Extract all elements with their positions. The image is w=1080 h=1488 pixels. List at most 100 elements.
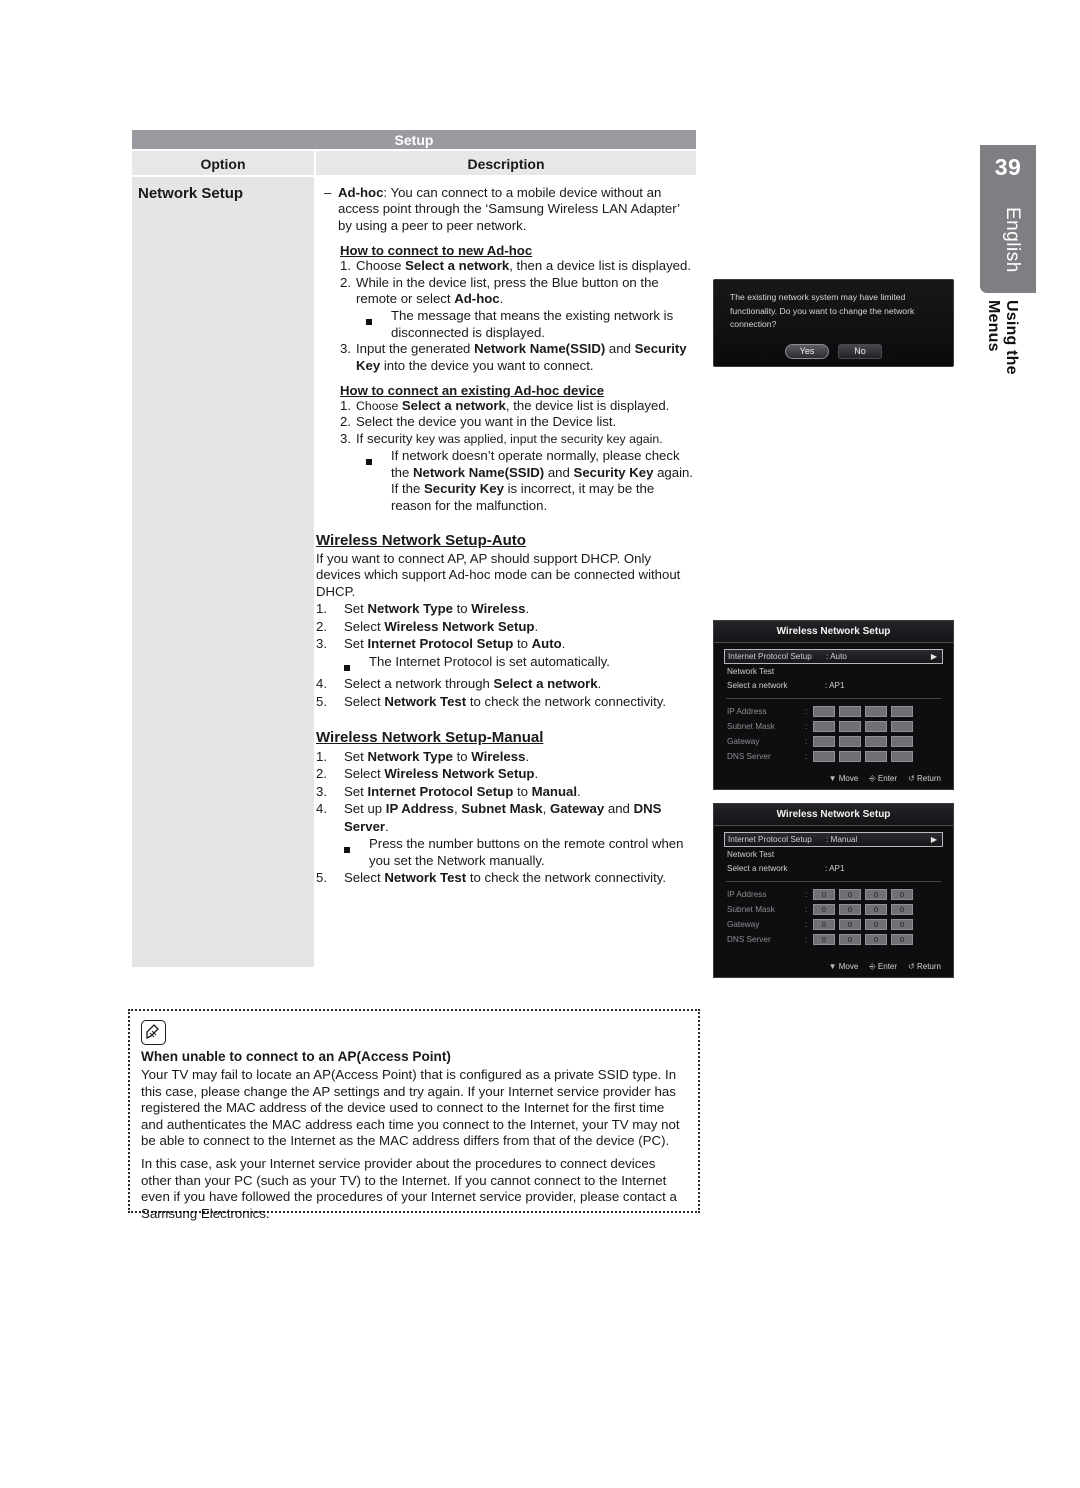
step-text-pre: Select	[344, 618, 385, 634]
note-paragraph-1: Your TV may fail to locate an AP(Access …	[141, 1067, 680, 1149]
list-item: 1. Choose Select a network, then a devic…	[340, 258, 696, 274]
octet-field[interactable]: 0	[891, 919, 913, 930]
octet-group	[813, 706, 913, 717]
octet-field[interactable]	[839, 721, 861, 732]
octet-field[interactable]: 0	[865, 889, 887, 900]
menu-item-subnet-mask[interactable]: Subnet Mask : 0 0 0 0	[724, 902, 943, 917]
octet-field[interactable]: 0	[865, 934, 887, 945]
step-text-bold: Network Type	[367, 748, 453, 764]
tv-menu-footer: ▼ Move ⎆ Enter ↺ Return	[714, 962, 953, 972]
step-text-bold2: Wireless	[471, 748, 526, 764]
octet-field[interactable]	[891, 706, 913, 717]
menu-item-select-a-network[interactable]: Select a network : AP1	[724, 678, 943, 692]
octet-group	[813, 751, 913, 762]
yes-button[interactable]: Yes	[785, 344, 829, 359]
step-text-bold: Ad-hoc	[454, 291, 500, 307]
square-bullet-icon	[344, 836, 369, 869]
octet-field[interactable]: 0	[891, 904, 913, 915]
menu-item-subnet-mask[interactable]: Subnet Mask :	[724, 719, 943, 734]
octet-field[interactable]: 0	[813, 889, 835, 900]
octet-field[interactable]	[891, 736, 913, 747]
octet-field[interactable]	[839, 751, 861, 762]
no-button[interactable]: No	[838, 344, 882, 359]
colon: :	[805, 722, 808, 731]
bullet-text: The message that means the existing netw…	[391, 308, 674, 340]
menu-item-value: : AP1	[825, 680, 845, 690]
octet-field[interactable]: 0	[813, 919, 835, 930]
enter-hint: ⎆ Enter	[869, 774, 898, 783]
menu-item-internet-protocol-setup[interactable]: Internet Protocol Setup : Auto ▶	[724, 649, 943, 664]
step-number: 3.	[340, 341, 351, 357]
tv-menu-footer: ▼ Move ⎆ Enter ↺ Return	[714, 774, 953, 784]
menu-item-network-test[interactable]: Network Test	[724, 664, 943, 678]
bullet-text-bold2: Security Key	[573, 464, 654, 480]
menu-item-ip-address[interactable]: IP Address : 0 0 0 0	[724, 887, 943, 902]
return-hint: ↺ Return	[908, 962, 941, 971]
step-text-bold: Internet Protocol Setup	[367, 783, 514, 799]
bullet-item: Press the number buttons on the remote c…	[316, 836, 696, 869]
octet-field[interactable]	[865, 736, 887, 747]
colon: :	[805, 905, 808, 914]
octet-field[interactable]	[813, 736, 835, 747]
tv-menu-body: Internet Protocol Setup : Auto ▶ Network…	[714, 643, 953, 764]
step-number: 3.	[316, 636, 327, 652]
menu-item-internet-protocol-setup[interactable]: Internet Protocol Setup : Manual ▶	[724, 832, 943, 847]
table-row: Network Setup – Ad-hoc: You can connect …	[132, 177, 696, 967]
field-label: IP Address	[727, 890, 767, 899]
octet-field[interactable]	[891, 721, 913, 732]
heading-wireless-auto: Wireless Network Setup-Auto	[316, 531, 526, 549]
field-label: Subnet Mask	[727, 905, 775, 914]
manual-page: 39 English Using the Menus Setup Option …	[0, 0, 1080, 1488]
menu-item-gateway[interactable]: Gateway :	[724, 734, 943, 749]
step-text-pre: Select	[344, 766, 385, 782]
octet-field[interactable]	[891, 751, 913, 762]
adhoc-definition: – Ad-hoc: You can connect to a mobile de…	[316, 185, 696, 234]
octet-field[interactable]	[813, 751, 835, 762]
octet-field[interactable]: 0	[891, 889, 913, 900]
octet-field[interactable]: 0	[839, 904, 861, 915]
octet-field[interactable]	[865, 706, 887, 717]
octet-field[interactable]	[839, 736, 861, 747]
menu-item-select-a-network[interactable]: Select a network : AP1	[724, 861, 943, 875]
octet-field[interactable]	[813, 706, 835, 717]
octet-field[interactable]: 0	[839, 889, 861, 900]
menu-item-dns-server[interactable]: DNS Server : 0 0 0 0	[724, 932, 943, 947]
menu-item-gateway[interactable]: Gateway : 0 0 0 0	[724, 917, 943, 932]
step-text-pre: Set	[344, 636, 368, 652]
octet-field[interactable]	[813, 721, 835, 732]
list-item: 2. Select Wireless Network Setup.	[316, 765, 696, 783]
step-number: 5.	[316, 870, 327, 886]
menu-item-label: Select a network	[727, 863, 788, 873]
menu-item-dns-server[interactable]: DNS Server :	[724, 749, 943, 764]
tv-confirm-dialog-screenshot: The existing network system may have lim…	[713, 279, 954, 367]
square-bullet-icon	[344, 654, 369, 675]
step-text-pre: Select a network through	[344, 676, 494, 692]
octet-field[interactable]	[865, 721, 887, 732]
menu-item-network-test[interactable]: Network Test	[724, 847, 943, 861]
bullet-item: If network doesn’t operate normally, ple…	[316, 448, 696, 514]
step-text-post: , then a device list is displayed.	[509, 258, 691, 274]
octet-field[interactable]: 0	[813, 934, 835, 945]
octet-field[interactable]: 0	[865, 904, 887, 915]
octet-field[interactable]: 0	[839, 919, 861, 930]
step-text-bold: Network Type	[367, 601, 453, 617]
octet-field[interactable]	[865, 751, 887, 762]
octet-field[interactable]	[839, 706, 861, 717]
auto-intro-text: If you want to connect AP, AP should sup…	[316, 550, 681, 599]
octet-field[interactable]: 0	[839, 934, 861, 945]
list-item: 2. While in the device list, press the B…	[340, 275, 696, 308]
step-number: 2.	[340, 274, 351, 290]
step-text-bold: Select a network	[493, 676, 598, 692]
step-text-bold: Wireless Network Setup	[384, 618, 535, 634]
step-text-bold2: Wireless	[471, 601, 526, 617]
field-label: DNS Server	[727, 752, 771, 761]
field-label: Gateway	[727, 920, 760, 929]
octet-field[interactable]: 0	[813, 904, 835, 915]
chevron-right-icon: ▶	[930, 652, 937, 661]
column-header-option: Option	[132, 151, 316, 175]
square-bullet-icon	[366, 448, 391, 514]
menu-item-ip-address[interactable]: IP Address :	[724, 704, 943, 719]
step-text-post: .	[561, 636, 566, 652]
octet-field[interactable]: 0	[891, 934, 913, 945]
octet-field[interactable]: 0	[865, 919, 887, 930]
